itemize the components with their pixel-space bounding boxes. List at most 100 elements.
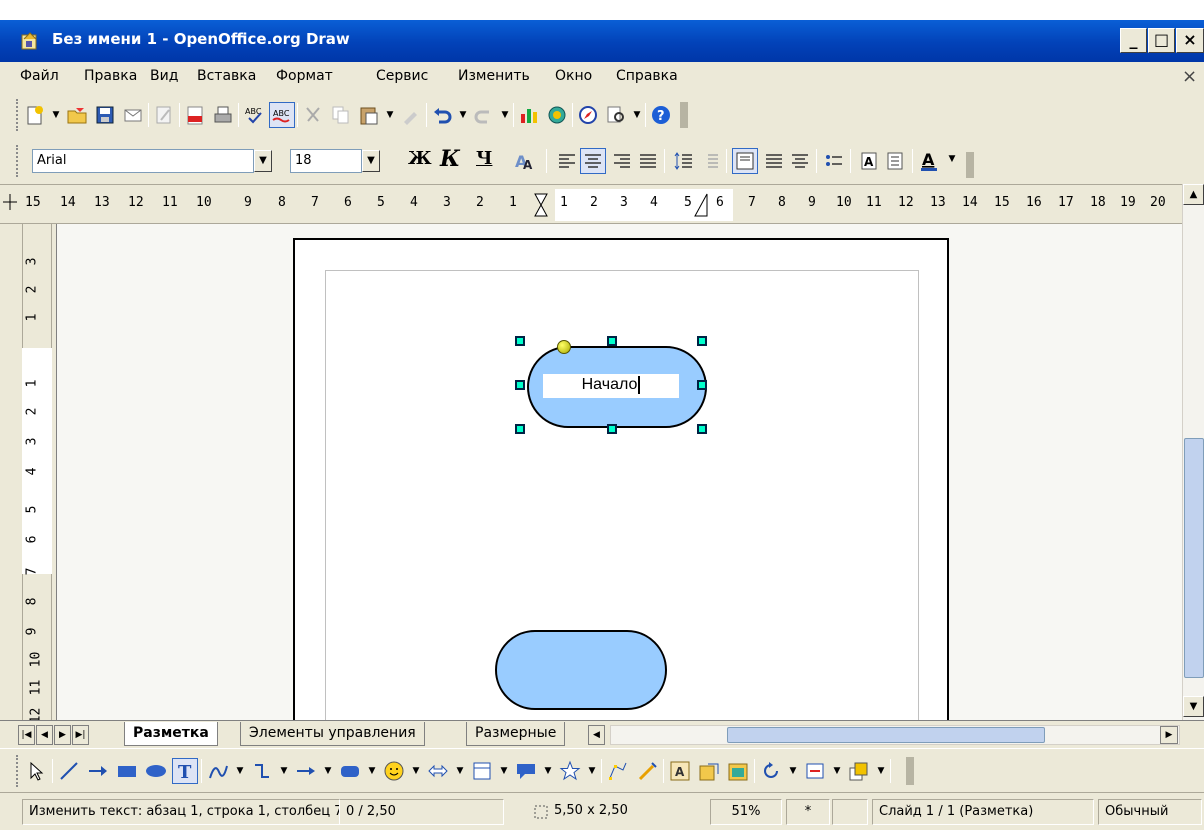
text-align-top-icon[interactable]: [732, 148, 758, 174]
lines-arrows-icon[interactable]: [293, 758, 319, 784]
new-document-icon[interactable]: [22, 102, 48, 128]
text-align-middle-icon[interactable]: [762, 149, 786, 173]
alignment-icon[interactable]: [802, 758, 828, 784]
alignment-dropdown-arrow[interactable]: ▼: [831, 766, 843, 776]
cut-icon[interactable]: [300, 102, 326, 128]
underline-button[interactable]: Ч: [476, 148, 492, 169]
menu-modify[interactable]: Изменить: [458, 68, 530, 84]
toolbar-grip[interactable]: [16, 145, 20, 177]
flowchart-dropdown-arrow[interactable]: ▼: [498, 766, 510, 776]
spellcheck-icon[interactable]: ABC: [241, 102, 267, 128]
next-tab-button[interactable]: ▶: [54, 725, 71, 745]
corner-radius-handle[interactable]: [557, 340, 571, 354]
menu-help[interactable]: Справка: [616, 68, 678, 84]
terminator-shape[interactable]: [495, 630, 667, 710]
close-document-button[interactable]: ×: [1182, 66, 1197, 87]
email-icon[interactable]: [120, 102, 146, 128]
curve-icon[interactable]: [205, 758, 231, 784]
font-size-combobox[interactable]: 18: [290, 149, 362, 173]
left-indent-marker[interactable]: [534, 193, 548, 217]
tab-layout[interactable]: Разметка: [124, 722, 218, 746]
align-center-icon[interactable]: [580, 148, 606, 174]
fontwork-gallery-icon[interactable]: A: [667, 758, 693, 784]
block-arrows-icon[interactable]: [425, 758, 451, 784]
navigator-icon[interactable]: [575, 102, 601, 128]
undo-dropdown-arrow[interactable]: ▼: [457, 110, 469, 120]
align-left-icon[interactable]: [555, 149, 579, 173]
paragraph-spacing-icon[interactable]: [698, 149, 722, 173]
text-align-bottom-icon[interactable]: [788, 149, 812, 173]
gallery-icon[interactable]: [544, 102, 570, 128]
tab-controls[interactable]: Элементы управления: [240, 722, 425, 746]
shadow-icon[interactable]: AA: [514, 149, 538, 173]
close-button[interactable]: ×: [1176, 28, 1204, 53]
zoom-dropdown-arrow[interactable]: ▼: [631, 110, 643, 120]
curve-dropdown-arrow[interactable]: ▼: [234, 766, 246, 776]
ellipse-icon[interactable]: [143, 758, 169, 784]
gallery-insert-icon[interactable]: [725, 758, 751, 784]
points-icon[interactable]: [605, 758, 631, 784]
selection-handle[interactable]: [697, 424, 707, 434]
callouts-dropdown-arrow[interactable]: ▼: [542, 766, 554, 776]
open-folder-icon[interactable]: [64, 102, 90, 128]
autospellcheck-icon[interactable]: ABC: [269, 102, 295, 128]
horizontal-scroll-thumb[interactable]: [727, 727, 1045, 743]
scroll-right-button[interactable]: ▶: [1160, 726, 1178, 744]
font-name-dropdown-arrow[interactable]: ▼: [254, 150, 272, 172]
basic-shapes-icon[interactable]: [337, 758, 363, 784]
horizontal-scrollbar[interactable]: ▶: [610, 725, 1180, 745]
ruler-corner-icon[interactable]: [2, 193, 18, 211]
paragraph-icon[interactable]: [884, 149, 908, 173]
print-icon[interactable]: [210, 102, 236, 128]
rotate-icon[interactable]: [758, 758, 784, 784]
chart-icon[interactable]: [516, 102, 542, 128]
selection-handle[interactable]: [607, 336, 617, 346]
symbol-shapes-icon[interactable]: [381, 758, 407, 784]
symbol-shapes-dropdown-arrow[interactable]: ▼: [410, 766, 422, 776]
justify-icon[interactable]: [636, 149, 660, 173]
font-color-dropdown-arrow[interactable]: ▼: [946, 154, 958, 164]
redo-dropdown-arrow[interactable]: ▼: [499, 110, 511, 120]
save-icon[interactable]: [92, 102, 118, 128]
menu-format[interactable]: Формат: [276, 68, 333, 84]
align-right-icon[interactable]: [610, 149, 634, 173]
copy-icon[interactable]: [328, 102, 354, 128]
minimize-button[interactable]: _: [1120, 28, 1147, 53]
font-name-combobox[interactable]: Arial: [32, 149, 254, 173]
last-tab-button[interactable]: ▶|: [72, 725, 89, 745]
selection-handle[interactable]: [515, 424, 525, 434]
menu-tools[interactable]: Сервис: [376, 68, 428, 84]
paste-dropdown-arrow[interactable]: ▼: [384, 110, 396, 120]
line-spacing-icon[interactable]: [672, 149, 696, 173]
edit-file-icon[interactable]: [151, 102, 177, 128]
paste-icon[interactable]: [356, 102, 382, 128]
selection-handle[interactable]: [697, 380, 707, 390]
lines-arrows-dropdown-arrow[interactable]: ▼: [322, 766, 334, 776]
basic-shapes-dropdown-arrow[interactable]: ▼: [366, 766, 378, 776]
toolbar-overflow-handle[interactable]: [966, 152, 974, 178]
selection-handle[interactable]: [515, 380, 525, 390]
export-pdf-icon[interactable]: [182, 102, 208, 128]
text-tool-icon[interactable]: T: [172, 757, 198, 784]
selection-handle[interactable]: [607, 424, 617, 434]
maximize-button[interactable]: □: [1148, 28, 1175, 53]
new-dropdown-arrow[interactable]: ▼: [50, 110, 62, 120]
scroll-up-button[interactable]: ▲: [1183, 184, 1204, 205]
redo-icon[interactable]: [471, 102, 497, 128]
right-indent-marker[interactable]: [694, 193, 708, 217]
from-file-icon[interactable]: [696, 758, 722, 784]
callouts-icon[interactable]: [513, 758, 539, 784]
vertical-scroll-thumb[interactable]: [1184, 438, 1204, 678]
menu-file[interactable]: Файл: [20, 68, 59, 84]
selection-handle[interactable]: [697, 336, 707, 346]
toolbar-grip[interactable]: [16, 754, 20, 787]
stars-icon[interactable]: [557, 758, 583, 784]
block-arrows-dropdown-arrow[interactable]: ▼: [454, 766, 466, 776]
selection-handle[interactable]: [515, 336, 525, 346]
rotate-dropdown-arrow[interactable]: ▼: [787, 766, 799, 776]
italic-button[interactable]: К: [440, 146, 460, 172]
line-arrow-icon[interactable]: [85, 758, 111, 784]
bullets-icon[interactable]: [822, 149, 846, 173]
select-arrow-icon[interactable]: [23, 758, 49, 784]
vertical-scrollbar[interactable]: ▲ ▼: [1182, 184, 1204, 720]
